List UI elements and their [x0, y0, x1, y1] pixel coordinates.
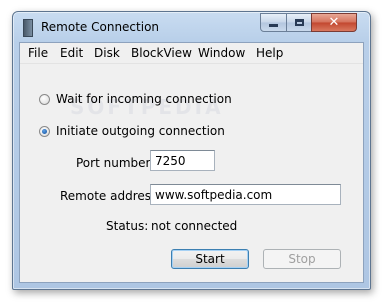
wait-incoming-radio[interactable] — [39, 93, 50, 105]
menu-bar: File Edit Disk BlockView Window Help — [20, 43, 363, 64]
minimize-icon — [269, 24, 278, 27]
maximize-icon — [294, 19, 304, 26]
port-number-input[interactable] — [150, 150, 215, 171]
remote-connection-window: Remote Connection ✕ File Edit Disk Block… — [12, 11, 371, 290]
wait-incoming-label: Wait for incoming connection — [56, 92, 232, 106]
menu-file[interactable]: File — [28, 46, 48, 60]
maximize-button[interactable] — [286, 13, 312, 32]
menu-edit[interactable]: Edit — [60, 46, 83, 60]
stop-button[interactable]: Stop — [263, 249, 341, 269]
close-button[interactable]: ✕ — [311, 13, 357, 32]
initiate-outgoing-radio[interactable] — [39, 125, 50, 137]
initiate-outgoing-label: Initiate outgoing connection — [56, 124, 225, 138]
menu-help[interactable]: Help — [256, 46, 283, 60]
status-label: Status: — [106, 219, 149, 233]
remote-address-label: Remote address: — [60, 189, 162, 203]
title-bar[interactable]: Remote Connection ✕ — [13, 12, 370, 42]
app-icon — [23, 19, 33, 37]
minimize-button[interactable] — [260, 13, 287, 32]
menu-blockview[interactable]: BlockView — [131, 46, 192, 60]
remote-address-input[interactable] — [150, 184, 341, 205]
dialog-client-area: File Edit Disk BlockView Window Help SOF… — [19, 42, 364, 283]
start-button[interactable]: Start — [171, 249, 249, 269]
menu-window[interactable]: Window — [198, 46, 245, 60]
port-number-label: Port number: — [76, 156, 155, 170]
close-icon: ✕ — [328, 15, 340, 30]
initiate-outgoing-option[interactable]: Initiate outgoing connection — [39, 124, 225, 138]
wait-incoming-option[interactable]: Wait for incoming connection — [39, 92, 232, 106]
menu-disk[interactable]: Disk — [94, 46, 120, 60]
status-value: not connected — [151, 219, 238, 233]
window-title: Remote Connection — [41, 20, 160, 34]
